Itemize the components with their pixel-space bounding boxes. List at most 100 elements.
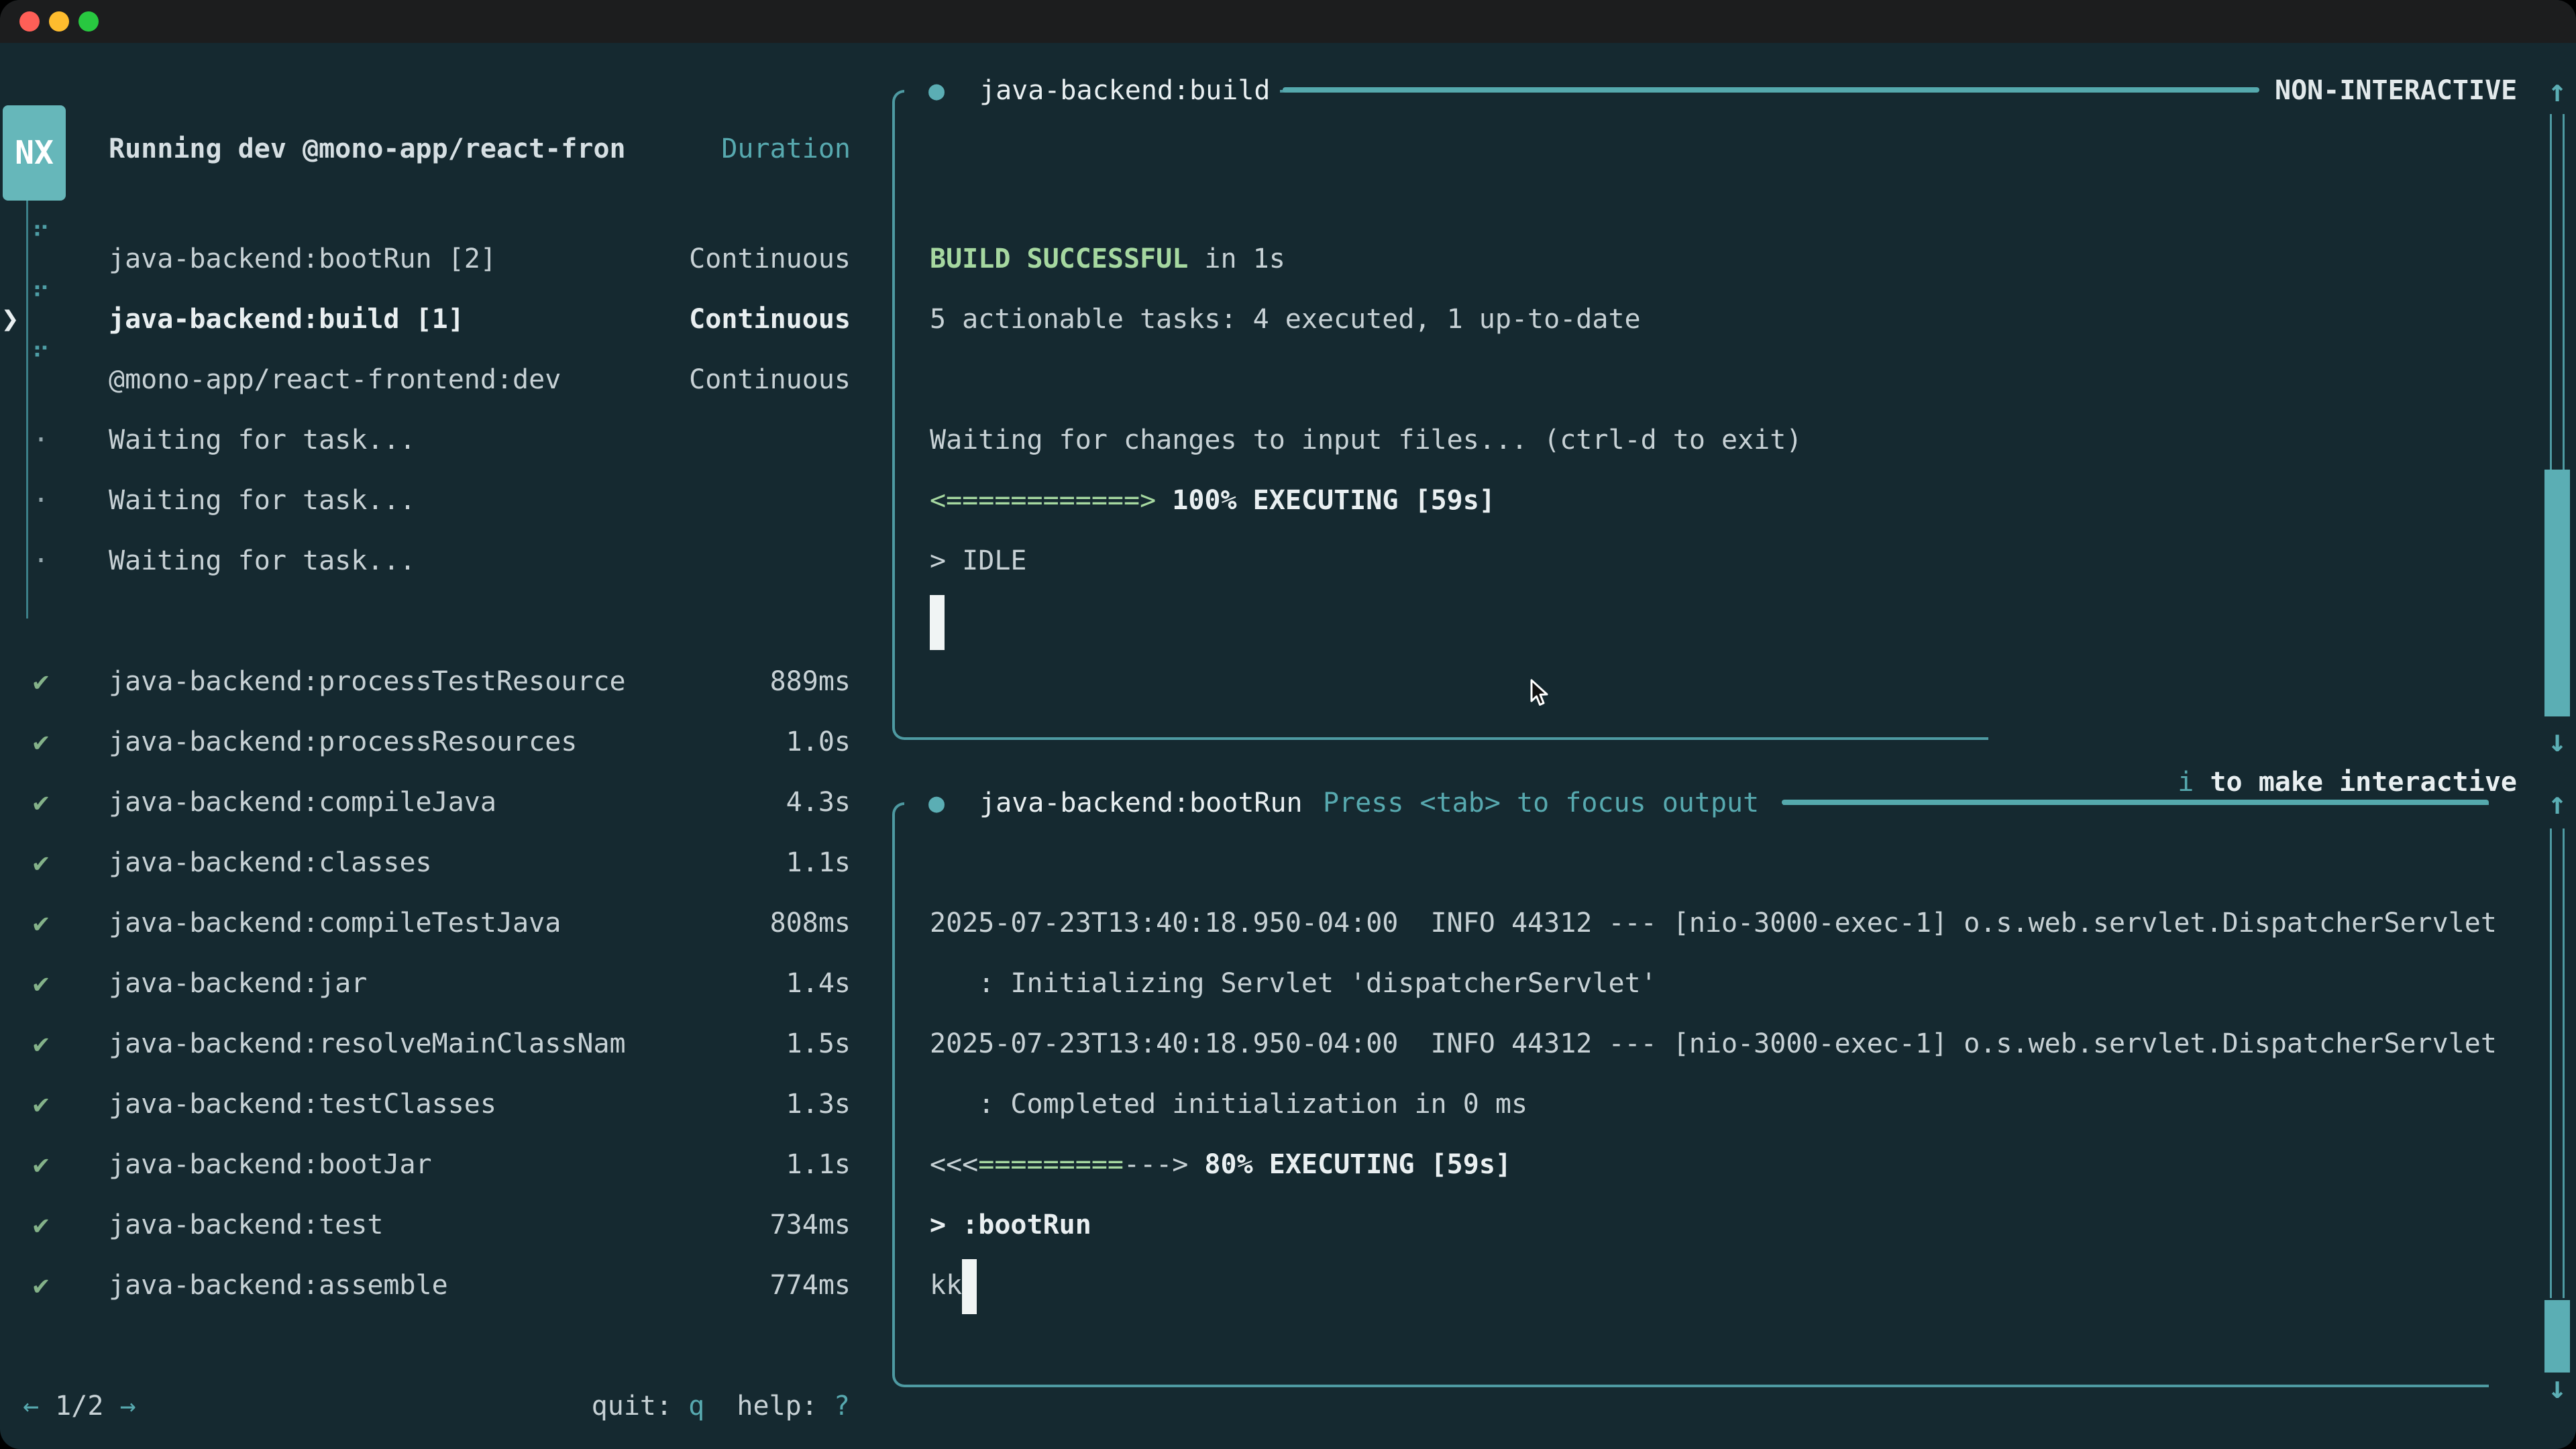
task-duration: 1.3s	[786, 1074, 851, 1134]
terminal-line: Waiting for changes to input files... (c…	[930, 410, 1802, 470]
task-label: java-backend:jar	[109, 953, 367, 1014]
terminal-line: <============> 100% EXECUTING [59s]	[930, 470, 1495, 531]
completed-task-row[interactable]: ✔java-backend:compileTestJava808ms	[0, 893, 892, 953]
bootrun-task-status-bullet-icon: ●	[928, 782, 945, 824]
task-label: java-backend:bootJar	[109, 1134, 432, 1195]
terminal-line: : Initializing Servlet 'dispatcherServle…	[930, 953, 1657, 1014]
bootrun-panel-title[interactable]: java-backend:bootRun	[979, 782, 1303, 824]
task-label: java-backend:processResources	[109, 712, 577, 772]
mouse-cursor	[1529, 679, 1550, 710]
task-label: java-backend:compileJava	[109, 772, 496, 833]
task-duration: 1.4s	[786, 953, 851, 1014]
text-segment	[1156, 485, 1172, 516]
text-segment: q	[688, 1391, 704, 1421]
completed-task-row[interactable]: ✔java-backend:bootJar1.1s	[0, 1134, 892, 1195]
build-task-status-bullet-icon: ●	[928, 70, 945, 111]
task-status: Continuous	[689, 289, 851, 350]
build-panel-scrollbar-thumb[interactable]	[2544, 470, 2570, 716]
sidebar-title: Running dev @mono-app/react-fron	[109, 119, 626, 179]
text-segment: --->	[1124, 1149, 1188, 1180]
task-label: java-backend:classes	[109, 833, 432, 893]
text-segment: kk	[930, 1270, 962, 1301]
completed-task-row[interactable]: ✔java-backend:classes1.1s	[0, 833, 892, 893]
task-label: Waiting for task...	[109, 470, 416, 531]
task-row[interactable]: · Waiting for task...	[0, 410, 892, 470]
text-segment: ?	[834, 1391, 850, 1421]
completed-task-row[interactable]: ✔ java-backend:processTestResource 889ms	[0, 651, 892, 712]
task-row[interactable]: ⠋@mono-app/react-frontend:devContinuous	[0, 350, 892, 410]
build-panel-scroll-up-icon[interactable]: ↑	[2537, 70, 2576, 111]
check-icon: ✔	[25, 1074, 57, 1134]
waiting-dot-icon: ·	[25, 531, 57, 591]
check-icon: ✔	[25, 893, 57, 953]
build-panel-title[interactable]: java-backend:build	[979, 70, 1270, 111]
close-button[interactable]	[19, 11, 40, 32]
spinner-icon: ⠋	[25, 327, 57, 387]
check-icon: ✔	[25, 833, 57, 893]
duration-column-header: Duration	[604, 119, 851, 179]
completed-task-row[interactable]: ✔java-backend:jar1.4s	[0, 953, 892, 1014]
terminal-block-cursor	[930, 595, 945, 650]
zoom-button[interactable]	[78, 11, 99, 32]
completed-task-row[interactable]: ✔ java-backend:processResources 1.0s	[0, 712, 892, 772]
terminal-line: > IDLE	[930, 531, 1027, 591]
text-segment: 2025-07-23T13:40:18.950-04:00 INFO 44312…	[930, 908, 2497, 938]
text-segment: 2025-07-23T13:40:18.950-04:00 INFO 44312…	[930, 1028, 2497, 1059]
bootrun-panel-scrollbar-thumb[interactable]	[2544, 1300, 2570, 1373]
window-titlebar[interactable]	[0, 0, 2576, 43]
check-icon: ✔	[25, 651, 57, 712]
check-icon: ✔	[25, 1014, 57, 1074]
task-duration: 808ms	[770, 893, 851, 953]
task-duration: 774ms	[770, 1255, 851, 1316]
bootrun-panel-scroll-up-icon[interactable]: ↑	[2537, 782, 2576, 824]
completed-task-row[interactable]: ✔ java-backend:testClasses 1.3s	[0, 1074, 892, 1134]
task-row[interactable]: ⠋java-backend:build [1]Continuous	[0, 289, 892, 350]
completed-task-row[interactable]: ✔java-backend:test734ms	[0, 1195, 892, 1255]
task-label: Waiting for task...	[109, 531, 416, 591]
text-segment: BUILD SUCCESSFUL	[930, 244, 1188, 274]
waiting-dot-icon: ·	[25, 410, 57, 470]
keyboard-shortcuts-hint: quit: q help: ?	[402, 1376, 850, 1436]
task-row[interactable]: · Waiting for task...	[0, 531, 892, 591]
task-duration: 1.0s	[786, 712, 851, 772]
check-icon: ✔	[25, 772, 57, 833]
task-row[interactable]: ⠋java-backend:bootRun [2]Continuous	[0, 229, 892, 289]
terminal-line: BUILD SUCCESSFUL in 1s	[930, 229, 1285, 289]
bootrun-panel-scrollbar-track[interactable]	[2550, 828, 2565, 1298]
task-label: java-backend:bootRun [2]	[109, 229, 496, 289]
text-segment: 100% EXECUTING [59s]	[1172, 485, 1495, 516]
text-segment: <<<	[930, 1149, 978, 1180]
completed-task-row[interactable]: ✔java-backend:resolveMainClassNam1.5s	[0, 1014, 892, 1074]
text-segment: : Initializing Servlet 'dispatcherServle…	[930, 968, 1657, 999]
text-segment: →	[120, 1391, 136, 1421]
task-label: java-backend:testClasses	[109, 1074, 496, 1134]
spinner-icon: ⠋	[25, 266, 57, 327]
build-panel-scroll-down-icon[interactable]: ↓	[2537, 720, 2576, 761]
bootrun-panel-scroll-down-icon[interactable]: ↓	[2537, 1366, 2576, 1408]
task-duration: 889ms	[770, 651, 851, 712]
interactive-hint-key[interactable]: i	[2178, 767, 2194, 798]
task-label: java-backend:processTestResource	[109, 651, 626, 712]
terminal-line: 2025-07-23T13:40:18.950-04:00 INFO 44312…	[930, 893, 2497, 953]
task-row[interactable]: ·Waiting for task...	[0, 470, 892, 531]
task-duration: 1.1s	[786, 1134, 851, 1195]
nx-logo: NX	[3, 105, 66, 201]
terminal-line: 5 actionable tasks: 4 executed, 1 up-to-…	[930, 289, 1641, 350]
terminal-line: > :bootRun	[930, 1195, 1091, 1255]
focus-output-hint: Press <tab> to focus output	[1323, 782, 1759, 824]
completed-task-row[interactable]: ✔java-backend:assemble774ms	[0, 1255, 892, 1316]
task-label: @mono-app/react-frontend:dev	[109, 350, 561, 410]
minimize-button[interactable]	[49, 11, 69, 32]
completed-task-row[interactable]: ✔java-backend:compileJava4.3s	[0, 772, 892, 833]
task-label: Waiting for task...	[109, 410, 416, 470]
check-icon: ✔	[25, 712, 57, 772]
terminal-block-cursor	[962, 1259, 977, 1314]
task-label: java-backend:test	[109, 1195, 383, 1255]
terminal-line: <<<=========---> 80% EXECUTING [59s]	[930, 1134, 1511, 1195]
text-segment: 80% EXECUTING [59s]	[1204, 1149, 1511, 1180]
terminal-window: NX Running dev @mono-app/react-fron Dura…	[0, 0, 2576, 1449]
make-interactive-hint: i to make interactive	[2012, 720, 2517, 761]
pagination[interactable]: ← 1/2 →	[23, 1376, 136, 1436]
task-label: java-backend:build [1]	[109, 289, 464, 350]
terminal-line: 2025-07-23T13:40:18.950-04:00 INFO 44312…	[930, 1014, 2497, 1074]
